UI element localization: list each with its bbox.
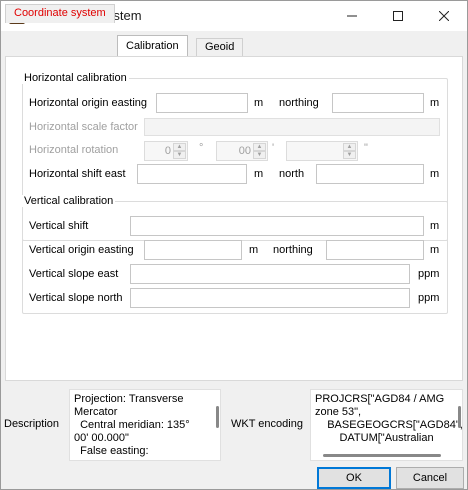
vertical-slope-north-input[interactable] xyxy=(130,288,410,308)
unit-label: m xyxy=(430,220,440,232)
wkt-line: DATUM["Australian xyxy=(315,432,434,444)
spin-up-icon[interactable]: ▲ xyxy=(343,143,356,151)
spin-down-icon[interactable]: ▼ xyxy=(343,151,356,159)
tab-calibration[interactable]: Calibration xyxy=(117,35,188,57)
description-line: Mercator xyxy=(74,406,118,418)
horizontal-scale-factor-label: Horizontal scale factor xyxy=(29,121,138,133)
rotation-seconds-spinner[interactable]: ▲ ▼ xyxy=(286,141,358,161)
unit-label: ppm xyxy=(418,268,440,280)
vertical-shift-input[interactable] xyxy=(130,216,424,236)
wkt-line: zone 53", xyxy=(315,406,362,418)
tab-coordinate-system[interactable]: Coordinate system xyxy=(5,4,115,23)
horizontal-northing-input[interactable] xyxy=(332,93,424,113)
spin-up-icon[interactable]: ▲ xyxy=(173,143,186,151)
horizontal-shift-north-input[interactable] xyxy=(316,164,424,184)
vertical-northing-input[interactable] xyxy=(326,240,424,260)
calibration-panel: Horizontal calibration Horizontal origin… xyxy=(5,56,463,381)
description-area: Description Projection: Transverse Merca… xyxy=(1,383,467,463)
horizontal-shift-east-input[interactable] xyxy=(137,164,247,184)
tab-label: Geoid xyxy=(205,41,235,53)
degree-symbol: ° xyxy=(199,142,204,154)
vertical-calibration-title: Vertical calibration xyxy=(22,195,116,207)
wkt-vertical-scrollbar[interactable] xyxy=(458,406,461,428)
tab-geoid[interactable]: Geoid xyxy=(196,38,244,57)
rotation-degrees-value: 0 xyxy=(164,145,171,157)
vertical-northing-label: northing xyxy=(273,244,313,256)
description-scrollbar[interactable] xyxy=(216,406,219,428)
vertical-slope-east-label: Vertical slope east xyxy=(29,268,119,280)
close-button[interactable] xyxy=(421,1,467,31)
rotation-minutes-value: 00 xyxy=(238,145,251,157)
vertical-shift-label: Vertical shift xyxy=(29,220,89,232)
cancel-button[interactable]: Cancel xyxy=(396,467,464,489)
horizontal-shift-east-label: Horizontal shift east xyxy=(29,168,126,180)
minimize-icon xyxy=(347,15,357,17)
rotation-degrees-spinner[interactable]: 0 ▲ ▼ xyxy=(144,141,188,161)
vertical-slope-north-label: Vertical slope north xyxy=(29,292,123,304)
spin-down-icon[interactable]: ▼ xyxy=(173,151,186,159)
spinner-arrows[interactable]: ▲ ▼ xyxy=(343,143,356,159)
spinner-arrows[interactable]: ▲ ▼ xyxy=(173,143,186,159)
close-icon xyxy=(439,11,449,21)
description-textbox[interactable]: Projection: Transverse Mercator Central … xyxy=(69,389,221,461)
tab-label: Coordinate system xyxy=(14,7,106,19)
second-symbol: " xyxy=(364,142,368,154)
spin-up-icon[interactable]: ▲ xyxy=(253,143,266,151)
wkt-encoding-textbox[interactable]: PROJCRS["AGD84 / AMG zone 53", BASEGEOGC… xyxy=(310,389,463,461)
spin-down-icon[interactable]: ▼ xyxy=(253,151,266,159)
unit-label: m xyxy=(254,168,264,180)
wkt-encoding-label: WKT encoding xyxy=(231,418,303,430)
wkt-horizontal-scrollbar[interactable] xyxy=(323,454,441,457)
ok-button[interactable]: OK xyxy=(317,467,391,489)
horizontal-northing-label: northing xyxy=(279,97,319,109)
vertical-origin-easting-input[interactable] xyxy=(144,240,242,260)
unit-label: ppm xyxy=(418,292,440,304)
unit-label: m xyxy=(430,244,440,256)
unit-label: m xyxy=(249,244,259,256)
description-line: Projection: Transverse xyxy=(74,393,184,405)
horizontal-origin-easting-label: Horizontal origin easting xyxy=(29,97,148,109)
wkt-line: PROJCRS["AGD84 / AMG xyxy=(315,393,445,405)
rotation-minutes-spinner[interactable]: 00 ▲ ▼ xyxy=(216,141,268,161)
vertical-slope-east-input[interactable] xyxy=(130,264,410,284)
spinner-arrows[interactable]: ▲ ▼ xyxy=(253,143,266,159)
horizontal-shift-north-label: north xyxy=(279,168,305,180)
horizontal-rotation-label: Horizontal rotation xyxy=(29,144,119,156)
maximize-icon xyxy=(393,11,403,21)
unit-label: m xyxy=(430,168,440,180)
horizontal-calibration-title: Horizontal calibration xyxy=(22,72,129,84)
unit-label: m xyxy=(430,97,440,109)
cancel-button-label: Cancel xyxy=(412,472,448,484)
coordinate-system-dialog: Coordinate System Coordinate system Cali… xyxy=(0,0,468,490)
description-line: 00' 00.000" xyxy=(74,432,129,444)
minute-symbol: ' xyxy=(272,142,275,154)
ok-button-label: OK xyxy=(346,472,362,484)
unit-label: m xyxy=(254,97,264,109)
description-line: False easting: xyxy=(74,445,149,457)
minimize-button[interactable] xyxy=(329,1,375,31)
horizontal-scale-factor-input[interactable] xyxy=(144,118,440,136)
description-line: Central meridian: 135° xyxy=(74,419,190,431)
description-label: Description xyxy=(4,418,60,430)
horizontal-origin-easting-input[interactable] xyxy=(156,93,248,113)
tab-label: Calibration xyxy=(126,40,179,52)
vertical-origin-easting-label: Vertical origin easting xyxy=(29,244,134,256)
wkt-line: BASEGEOGCRS["AGD84", xyxy=(315,419,463,431)
maximize-button[interactable] xyxy=(375,1,421,31)
